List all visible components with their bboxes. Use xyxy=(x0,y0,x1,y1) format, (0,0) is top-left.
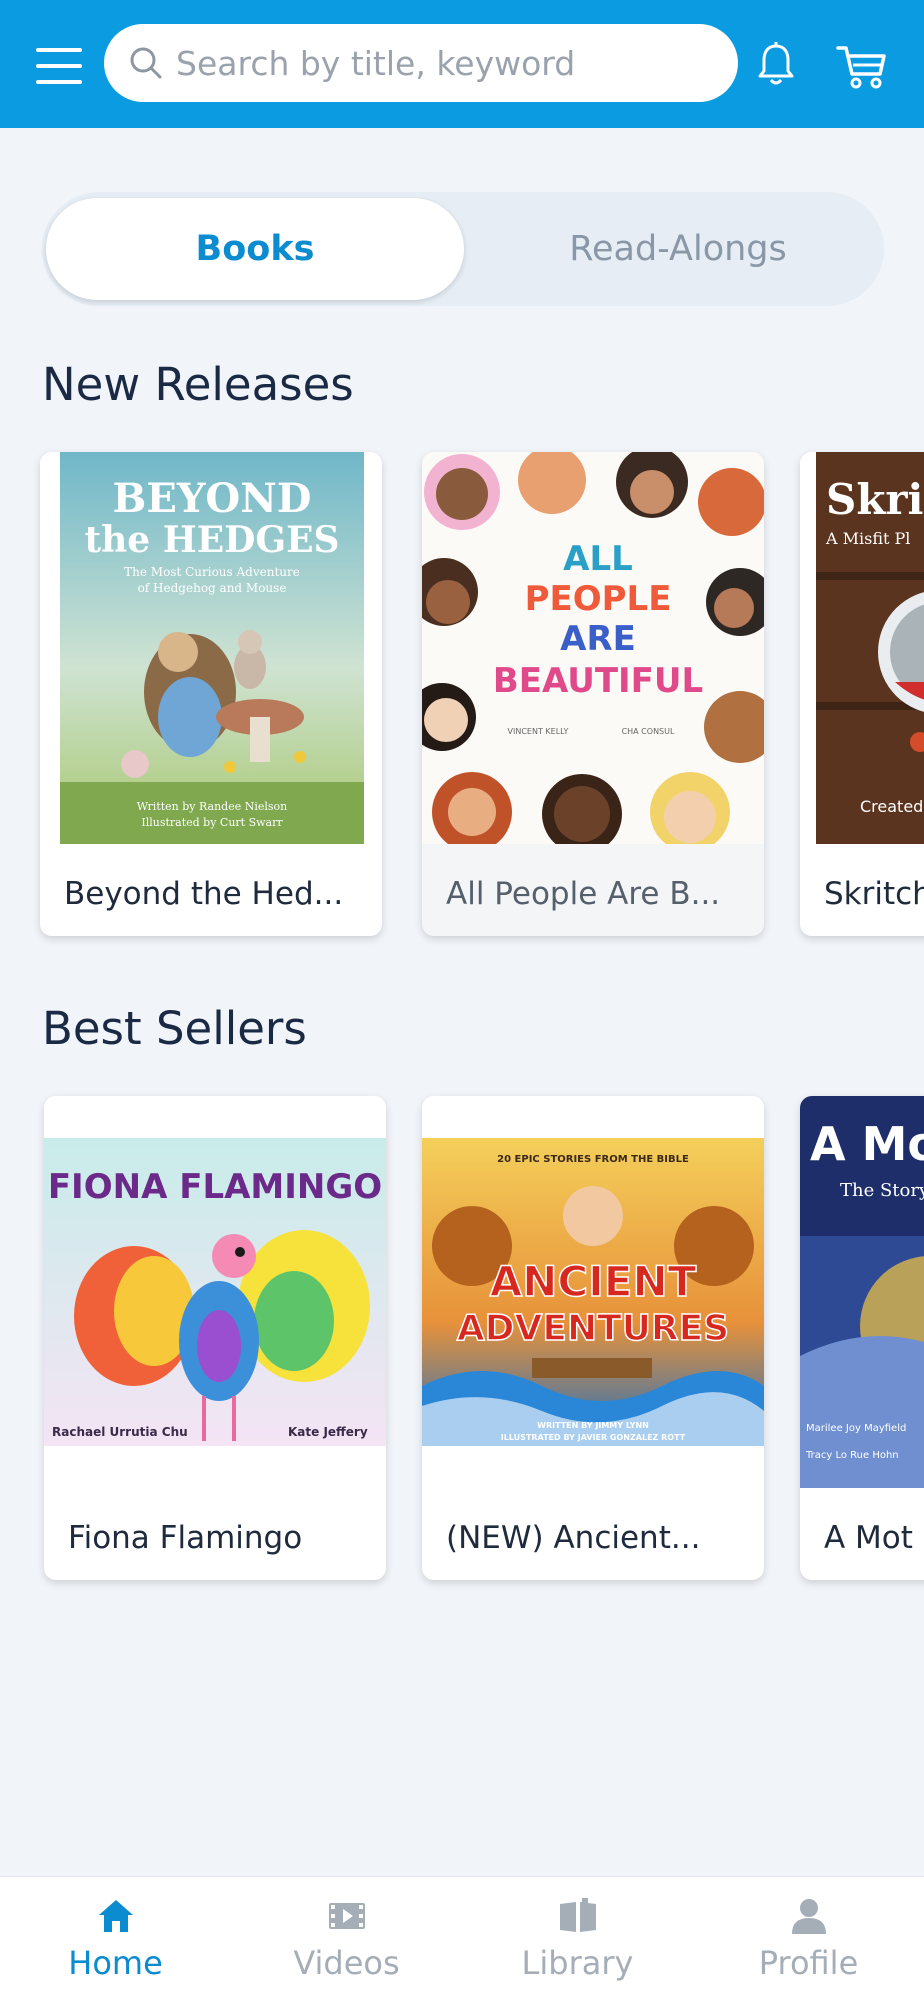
svg-text:Kate Jeffery: Kate Jeffery xyxy=(288,1425,368,1439)
book-card[interactable]: BEYOND the HEDGES The Most Curious Adven… xyxy=(40,452,382,936)
book-title: Fiona Flamingo xyxy=(68,1520,303,1556)
book-card[interactable]: 20 EPIC STORIES FROM THE BIBLE ANCIENT A… xyxy=(422,1096,764,1580)
svg-text:Marilee Joy Mayfield: Marilee Joy Mayfield xyxy=(806,1423,906,1434)
svg-text:Skrit: Skrit xyxy=(826,475,924,524)
tab-read-alongs[interactable]: Read-Alongs xyxy=(478,198,878,300)
search-input[interactable] xyxy=(176,43,716,83)
new-releases-row[interactable]: BEYOND the HEDGES The Most Curious Adven… xyxy=(0,452,924,952)
svg-text:Tracy Lo Rue Hohn: Tracy Lo Rue Hohn xyxy=(805,1450,899,1461)
svg-text:FIONA FLAMINGO: FIONA FLAMINGO xyxy=(48,1167,382,1207)
svg-text:WRITTEN BY JIMMY LYNN: WRITTEN BY JIMMY LYNN xyxy=(537,1421,649,1430)
book-cover: ALL PEOPLE ARE BEAUTIFUL VINCENT KELLY C… xyxy=(422,452,764,844)
book-icon xyxy=(559,1898,596,1932)
svg-text:ARE: ARE xyxy=(560,619,636,659)
home-icon xyxy=(98,1900,133,1932)
svg-text:Written by Randee Nielson: Written by Randee Nielson xyxy=(137,800,288,813)
svg-text:BEYOND: BEYOND xyxy=(113,475,312,522)
nav-library[interactable]: Library xyxy=(462,1877,693,2000)
svg-text:BEAUTIFUL: BEAUTIFUL xyxy=(493,661,703,701)
book-cover: Skrit A Misfit Pl Created xyxy=(800,452,924,844)
svg-text:Rachael Urrutia Chu: Rachael Urrutia Chu xyxy=(52,1425,188,1439)
app-root: Books Read-Alongs New Releases B xyxy=(0,0,924,2000)
svg-text:ILLUSTRATED BY JAVIER GONZALEZ: ILLUSTRATED BY JAVIER GONZALEZ ROTT xyxy=(501,1433,686,1442)
svg-text:CHA CONSUL: CHA CONSUL xyxy=(622,727,675,736)
search-icon xyxy=(130,47,162,79)
book-title: (NEW) Ancient... xyxy=(446,1520,701,1556)
svg-text:A Mot: A Mot xyxy=(810,1117,924,1171)
menu-icon[interactable] xyxy=(36,48,82,84)
nav-profile[interactable]: Profile xyxy=(693,1877,924,2000)
new-releases-heading: New Releases xyxy=(42,358,354,411)
bottom-nav: Home Videos Library Profile xyxy=(0,1876,924,2000)
book-title: Skritch xyxy=(824,876,924,912)
best-sellers-row[interactable]: FIONA FLAMINGO Rachael Urrutia Chu Kate … xyxy=(0,1096,924,1596)
svg-text:The Story: The Story xyxy=(840,1180,924,1201)
book-title: All People Are B... xyxy=(446,876,721,912)
svg-text:PEOPLE: PEOPLE xyxy=(525,579,672,619)
nav-profile-label: Profile xyxy=(758,1944,859,1982)
video-icon xyxy=(328,1903,365,1929)
book-title: Beyond the Hed... xyxy=(64,876,344,912)
book-title: A Mot xyxy=(824,1520,913,1556)
book-cover: FIONA FLAMINGO Rachael Urrutia Chu Kate … xyxy=(44,1096,386,1488)
svg-text:Illustrated by Curt Swarr: Illustrated by Curt Swarr xyxy=(141,816,283,829)
nav-library-label: Library xyxy=(521,1944,634,1982)
book-cover: 20 EPIC STORIES FROM THE BIBLE ANCIENT A… xyxy=(422,1096,764,1488)
svg-text:A Misfit Pl: A Misfit Pl xyxy=(825,529,910,548)
content-type-tabs: Books Read-Alongs xyxy=(42,192,884,306)
person-icon xyxy=(791,1899,826,1934)
best-sellers-heading: Best Sellers xyxy=(42,1002,307,1055)
book-cover: A Mot The Story Marilee Joy Mayfield Tra… xyxy=(800,1096,924,1488)
svg-text:ANCIENT: ANCIENT xyxy=(490,1257,697,1306)
svg-text:Created: Created xyxy=(860,797,923,816)
svg-text:ADVENTURES: ADVENTURES xyxy=(457,1308,729,1349)
top-bar xyxy=(0,0,924,128)
svg-text:20 EPIC STORIES FROM THE BIBLE: 20 EPIC STORIES FROM THE BIBLE xyxy=(497,1154,689,1165)
nav-videos-label: Videos xyxy=(293,1944,400,1982)
book-card[interactable]: ALL PEOPLE ARE BEAUTIFUL VINCENT KELLY C… xyxy=(422,452,764,936)
svg-text:ALL: ALL xyxy=(563,539,633,579)
nav-home[interactable]: Home xyxy=(0,1877,231,2000)
book-cover: BEYOND the HEDGES The Most Curious Adven… xyxy=(40,452,382,844)
book-card[interactable]: A Mot The Story Marilee Joy Mayfield Tra… xyxy=(800,1096,924,1580)
bell-icon[interactable] xyxy=(754,40,798,88)
svg-text:The Most Curious Adventure: The Most Curious Adventure xyxy=(124,565,300,579)
tab-books[interactable]: Books xyxy=(46,198,464,300)
nav-home-label: Home xyxy=(68,1944,163,1982)
search-bar[interactable] xyxy=(104,24,738,102)
book-card[interactable]: FIONA FLAMINGO Rachael Urrutia Chu Kate … xyxy=(44,1096,386,1580)
nav-videos[interactable]: Videos xyxy=(231,1877,462,2000)
cart-icon[interactable] xyxy=(836,42,888,90)
book-card[interactable]: Skrit A Misfit Pl Created Skritch xyxy=(800,452,924,936)
svg-text:VINCENT KELLY: VINCENT KELLY xyxy=(508,727,569,736)
svg-text:the HEDGES: the HEDGES xyxy=(84,519,339,561)
svg-text:of Hedgehog and Mouse: of Hedgehog and Mouse xyxy=(138,581,287,595)
